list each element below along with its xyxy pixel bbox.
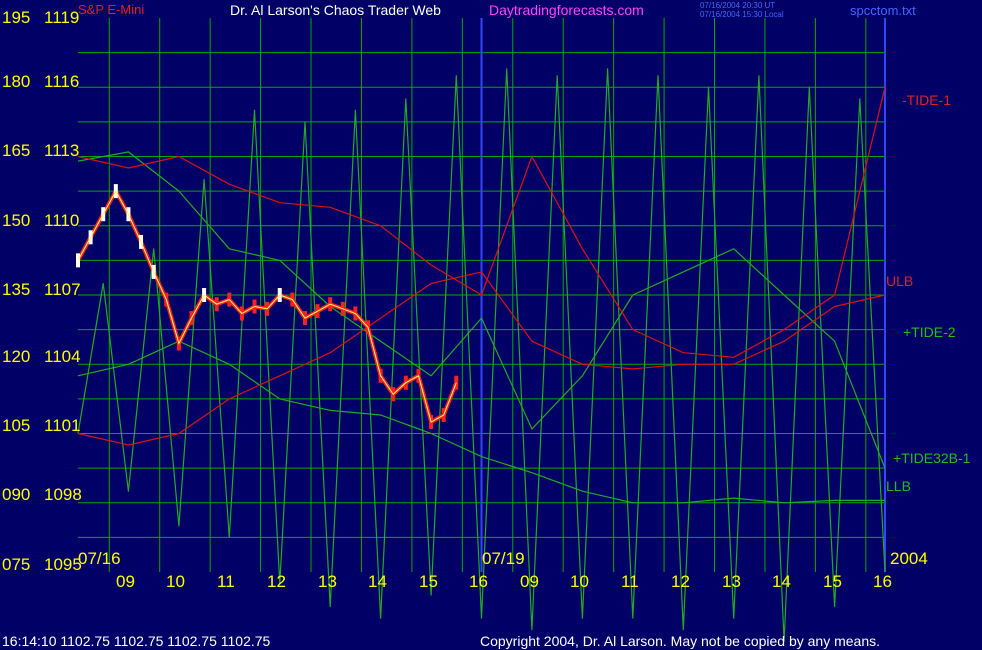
date-label: 07/19 bbox=[482, 549, 525, 568]
timestamp-local: 07/16/2004 15:30 Local bbox=[700, 10, 784, 19]
x-tick-label: 13 bbox=[318, 572, 337, 591]
price-tick-label: 1098 bbox=[44, 485, 82, 504]
data-filename: spcctom.txt bbox=[850, 3, 916, 18]
x-tick-label: 16 bbox=[469, 572, 488, 591]
price-tick-label: 1101 bbox=[44, 416, 81, 435]
y-tick-label: 075 bbox=[2, 555, 31, 574]
y-tick-label: 090 bbox=[2, 485, 31, 504]
instrument-label: S&P E-Mini bbox=[78, 2, 145, 17]
site-link[interactable]: Daytradingforecasts.com bbox=[489, 3, 644, 17]
x-tick-label: 11 bbox=[217, 572, 235, 591]
x-tick-label: 14 bbox=[772, 572, 791, 591]
timestamp-ut: 07/16/2004 20:30 UT bbox=[700, 1, 776, 10]
copyright-notice: Copyright 2004, Dr. Al Larson. May not b… bbox=[480, 633, 881, 649]
series-label-tide32b: +TIDE32B-1 bbox=[893, 450, 971, 466]
y-tick-label: 135 bbox=[2, 280, 31, 299]
quote-readout: 16:14:10 1102.75 1102.75 1102.75 1102.75 bbox=[2, 633, 271, 649]
x-tick-label: 13 bbox=[722, 572, 741, 591]
y-tick-label: 195 bbox=[2, 8, 31, 27]
price-tick-label: 1095 bbox=[44, 555, 82, 574]
x-tick-label: 14 bbox=[368, 572, 387, 591]
price-tick-label: 1116 bbox=[44, 72, 80, 91]
x-tick-label: 09 bbox=[520, 572, 539, 591]
x-tick-label: 09 bbox=[116, 572, 135, 591]
series-label-llb: LLB bbox=[886, 478, 911, 494]
price-tick-label: 1113 bbox=[44, 141, 80, 160]
x-tick-label: 10 bbox=[166, 572, 185, 591]
price-tick-label: 1107 bbox=[44, 280, 81, 299]
chart-window: S&P E-Mini Dr. Al Larson's Chaos Trader … bbox=[0, 0, 982, 650]
x-tick-label: 16 bbox=[873, 572, 892, 591]
date-label: 07/16 bbox=[78, 549, 121, 568]
price-tick-label: 1110 bbox=[44, 211, 80, 230]
x-tick-label: 12 bbox=[267, 572, 286, 591]
x-tick-label: 11 bbox=[621, 572, 639, 591]
series-label-tide1: -TIDE-1 bbox=[902, 92, 951, 108]
year-label: 2004 bbox=[890, 549, 928, 568]
page-title: Dr. Al Larson's Chaos Trader Web bbox=[230, 2, 441, 18]
x-tick-label: 15 bbox=[419, 572, 438, 591]
y-tick-label: 120 bbox=[2, 347, 31, 366]
series-label-ulb: ULB bbox=[886, 273, 914, 289]
price-tick-label: 1104 bbox=[44, 347, 81, 366]
x-tick-label: 10 bbox=[570, 572, 589, 591]
x-tick-label: 15 bbox=[823, 572, 842, 591]
y-tick-label: 165 bbox=[2, 141, 31, 160]
y-tick-label: 105 bbox=[2, 416, 31, 435]
series-label-tide2: +TIDE-2 bbox=[903, 324, 956, 340]
price-series bbox=[76, 184, 459, 429]
x-tick-label: 12 bbox=[671, 572, 690, 591]
y-tick-label: 150 bbox=[2, 211, 31, 230]
y-tick-label: 180 bbox=[2, 72, 31, 91]
price-tick-label: 1119 bbox=[44, 8, 80, 27]
